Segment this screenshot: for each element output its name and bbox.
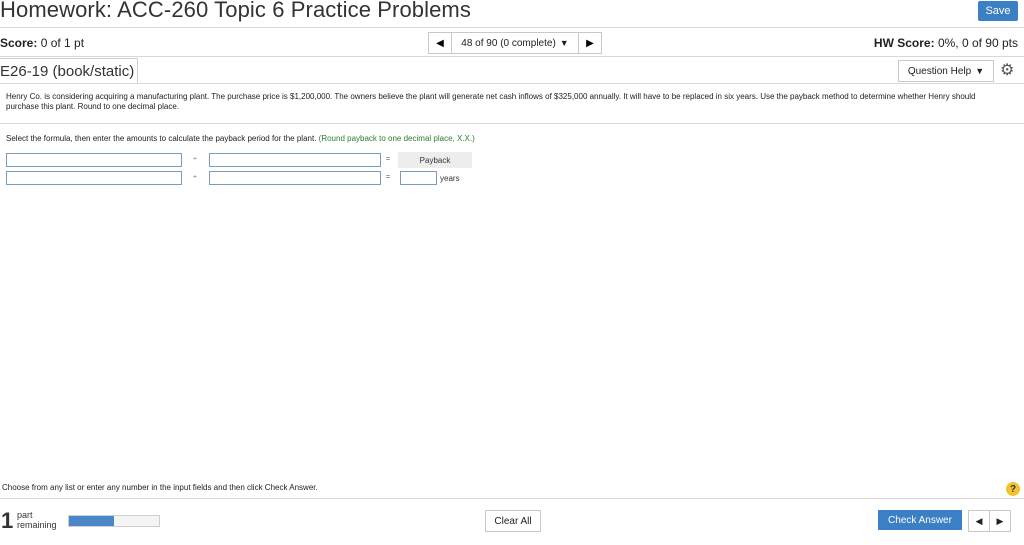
divide-operator: ÷ bbox=[193, 174, 197, 181]
save-button[interactable]: Save bbox=[978, 1, 1018, 21]
check-answer-button[interactable]: Check Answer bbox=[878, 510, 962, 530]
parts-remaining-count: 1 bbox=[1, 508, 14, 533]
hw-score-display: HW Score: 0%, 0 of 90 pts bbox=[874, 36, 1018, 50]
triangle-left-icon: ◀ bbox=[975, 515, 983, 526]
equals-sign: = bbox=[386, 156, 391, 163]
progress-bar bbox=[68, 515, 160, 527]
instruction-text: Select the formula, then enter the amoun… bbox=[6, 134, 475, 143]
page-title: Homework: ACC-260 Topic 6 Practice Probl… bbox=[0, 0, 471, 22]
divider bbox=[0, 123, 1024, 124]
triangle-right-icon: ▶ bbox=[996, 515, 1004, 526]
gear-icon[interactable]: ⚙ bbox=[1000, 60, 1014, 80]
question-help-label: Question Help bbox=[907, 65, 972, 77]
score-value: 0 of 1 pt bbox=[40, 36, 85, 50]
clear-all-button[interactable]: Clear All bbox=[485, 510, 541, 532]
amount-input-denominator[interactable] bbox=[209, 171, 381, 185]
score-label: Score: bbox=[0, 36, 38, 50]
payback-result-label: Payback bbox=[398, 152, 472, 168]
question-jump-dropdown[interactable]: 48 of 90 (0 complete) ▼ bbox=[451, 33, 579, 53]
part-navigator: ◀ ▶ bbox=[968, 510, 1011, 532]
parts-remaining-label: part remaining bbox=[17, 510, 57, 530]
hw-score-value: 0%, 0 of 90 pts bbox=[937, 36, 1018, 50]
score-display: Score: 0 of 1 pt bbox=[0, 36, 84, 50]
triangle-down-icon: ▼ bbox=[559, 38, 569, 48]
question-navigator: ◀ 48 of 90 (0 complete) ▼ ▶ bbox=[428, 32, 602, 54]
formula-dropdown-numerator-1[interactable] bbox=[6, 153, 182, 167]
divider bbox=[0, 56, 1024, 57]
instruction-main: Select the formula, then enter the amoun… bbox=[6, 134, 317, 143]
divider bbox=[0, 27, 1024, 28]
footer-instruction: Choose from any list or enter any number… bbox=[2, 483, 318, 492]
previous-question-button[interactable]: ◀ bbox=[429, 33, 451, 53]
equals-sign: = bbox=[386, 174, 391, 181]
hw-score-label: HW Score: bbox=[873, 36, 935, 50]
previous-part-button[interactable]: ◀ bbox=[969, 511, 989, 531]
divider bbox=[0, 498, 1024, 499]
progress-bar-fill bbox=[69, 516, 114, 526]
triangle-down-icon: ▼ bbox=[975, 66, 985, 76]
years-unit-label: years bbox=[440, 174, 460, 183]
payback-years-input[interactable] bbox=[400, 171, 437, 185]
question-position: 48 of 90 (0 complete) bbox=[461, 37, 556, 49]
divide-operator: ÷ bbox=[193, 156, 197, 163]
parts-label-line2: remaining bbox=[17, 520, 57, 530]
next-question-button[interactable]: ▶ bbox=[579, 33, 601, 53]
triangle-right-icon: ▶ bbox=[586, 37, 594, 49]
divider bbox=[0, 83, 1024, 84]
question-help-dropdown[interactable]: Question Help ▼ bbox=[898, 60, 994, 82]
amount-input-numerator[interactable] bbox=[6, 171, 182, 185]
next-part-button[interactable]: ▶ bbox=[989, 511, 1010, 531]
problem-text: Henry Co. is considering acquiring a man… bbox=[6, 92, 976, 111]
instruction-hint: (Round payback to one decimal place, X.X… bbox=[318, 134, 475, 143]
formula-dropdown-denominator-1[interactable] bbox=[209, 153, 381, 167]
parts-label-line1: part bbox=[17, 510, 33, 520]
help-icon[interactable]: ? bbox=[1006, 482, 1020, 496]
problem-id: E26-19 (book/static) bbox=[0, 58, 139, 84]
triangle-left-icon: ◀ bbox=[436, 37, 444, 49]
